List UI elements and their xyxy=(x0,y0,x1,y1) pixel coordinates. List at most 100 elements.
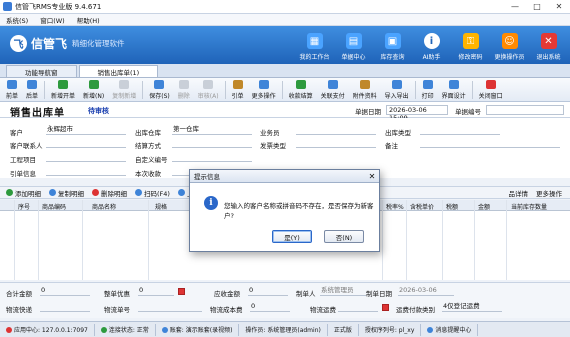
receivable-field[interactable]: 0 xyxy=(248,286,288,296)
toolbar-button-17[interactable]: 导入导出 xyxy=(381,79,413,101)
dialog-close-button[interactable]: ✕ xyxy=(365,171,379,182)
toolbar-label: 前单 xyxy=(6,92,19,100)
toolbar-button-7[interactable]: 保存(S) xyxy=(145,79,174,101)
dialog-title: 提示信息 xyxy=(194,173,220,181)
toolbar-button-11[interactable]: 引单 xyxy=(228,79,248,101)
number-field[interactable] xyxy=(486,105,564,115)
toolbar-button-0[interactable]: 前单 xyxy=(2,79,22,101)
header-tool-2[interactable]: ▣ 库存查询 xyxy=(373,28,412,62)
settle-field[interactable] xyxy=(172,138,252,148)
grid-action-3[interactable]: 扫码(F4) xyxy=(135,188,170,198)
col-spec[interactable]: 规格 xyxy=(155,202,167,211)
toolbar-button-22[interactable]: 关闭窗口 xyxy=(475,79,507,101)
toolbar-button-15[interactable]: 关联支付 xyxy=(317,79,349,101)
inventory-icon: ▣ xyxy=(384,33,401,49)
col-stock[interactable]: 当前库存数量 xyxy=(511,202,547,211)
toolbar-button-20[interactable]: 界面设计 xyxy=(438,79,470,101)
custom-number-field[interactable] xyxy=(172,152,252,162)
col-unit-price[interactable]: 含税单价 xyxy=(410,202,434,211)
menu-system[interactable]: 系统(S) xyxy=(6,15,28,25)
freight-checkbox[interactable] xyxy=(382,304,389,311)
out-type-field[interactable] xyxy=(420,125,500,135)
header-tool-5[interactable]: ☺ 更换操作员 xyxy=(490,28,529,62)
freight-type-select[interactable]: 4仅登记运费 xyxy=(442,302,502,312)
tab-sales-outbound[interactable]: 销售出库单(1) xyxy=(78,65,159,77)
menu-help[interactable]: 帮助(H) xyxy=(77,15,100,25)
grid-action-1[interactable]: 复制明细 xyxy=(49,188,84,198)
discount-checkbox[interactable] xyxy=(178,288,185,295)
tab-navigation[interactable]: 功能导航窗 xyxy=(6,65,77,77)
status-icon xyxy=(6,326,12,333)
invoice-field[interactable] xyxy=(296,138,376,148)
grid-action-icon xyxy=(6,189,13,196)
express-label: 物流快递 xyxy=(6,306,32,314)
express-field[interactable] xyxy=(40,302,90,312)
logo-mark: 飞 xyxy=(10,35,27,52)
col-code[interactable]: 商品编码 xyxy=(42,202,66,211)
dialog-titlebar: 提示信息 ✕ xyxy=(190,170,379,183)
toolbar-button-14[interactable]: 收款结算 xyxy=(285,79,317,101)
col-index[interactable]: 序号 xyxy=(18,202,30,211)
menu-window[interactable]: 窗口(W) xyxy=(40,15,65,25)
yes-button[interactable]: 是(Y) xyxy=(272,230,312,243)
toolbar-button-1[interactable]: 后单 xyxy=(22,79,42,101)
maximize-button[interactable]: □ xyxy=(526,0,548,14)
col-amount[interactable]: 金额 xyxy=(478,202,490,211)
brand-logo: 飞 信管飞 精细化管理软件 xyxy=(10,35,125,52)
grid-action-right-1[interactable]: 更多操作 xyxy=(536,188,562,198)
remark-field[interactable] xyxy=(420,138,560,148)
invoice-label: 发票类型 xyxy=(260,142,286,150)
cost-field[interactable]: 0 xyxy=(250,302,290,312)
toolbar-button-3[interactable]: 新增开单 xyxy=(47,79,79,101)
col-name[interactable]: 商品名称 xyxy=(92,202,116,211)
toolbar-button-16[interactable]: 附件资料 xyxy=(349,79,381,101)
status-bar: 应用中心: 127.0.0.1:7097 连接状态: 正常 账套: 演示账套(录视频… xyxy=(0,321,570,337)
freight-field[interactable] xyxy=(338,302,378,312)
tracking-field[interactable] xyxy=(138,302,202,312)
grid-action-label: 更多操作 xyxy=(536,189,562,198)
header-tool-label: 库存查询 xyxy=(380,54,405,61)
toolbar-button-19[interactable]: 打印 xyxy=(418,79,438,101)
toolbar-icon xyxy=(448,79,459,89)
header-tool-6[interactable]: ✕ 退出系统 xyxy=(529,28,568,62)
grid-action-right-0[interactable]: 品详情 xyxy=(509,188,529,198)
ref-field[interactable] xyxy=(46,166,126,176)
header-tool-1[interactable]: ▤ 单据中心 xyxy=(334,28,373,62)
close-window-button[interactable]: ✕ xyxy=(548,0,570,14)
toolbar-label: 更多操作 xyxy=(251,92,276,100)
toolbar-button-4[interactable]: 新增(N) xyxy=(79,79,108,101)
number-label: 单据编号 xyxy=(455,108,481,116)
project-field[interactable] xyxy=(46,152,126,162)
cost-label: 物流成本费 xyxy=(210,306,243,314)
status-item-2: 账套: 演示账套(录视频) xyxy=(156,323,240,336)
no-button[interactable]: 否(N) xyxy=(324,230,364,243)
toolbar-icon xyxy=(88,79,99,89)
col-tax-rate[interactable]: 税率% xyxy=(386,202,404,211)
toolbar-button-8: 删除 xyxy=(174,79,194,101)
lock-icon: ⚿ xyxy=(462,33,479,49)
grid-action-2[interactable]: 删除明细 xyxy=(92,188,127,198)
date-label: 单据日期 xyxy=(355,108,381,116)
out-type-label: 出库类型 xyxy=(385,129,411,137)
header-tool-3[interactable]: i AI助手 xyxy=(412,28,451,62)
document-title: 销售出库单 xyxy=(10,108,65,119)
grid-divider xyxy=(406,200,407,280)
grid-action-0[interactable]: 添加明细 xyxy=(6,188,41,198)
grid-action-icon xyxy=(177,189,185,196)
header-tool-4[interactable]: ⚿ 修改密码 xyxy=(451,28,490,62)
minimize-button[interactable]: — xyxy=(504,0,526,14)
settle-label: 结算方式 xyxy=(135,142,161,150)
workbench-icon: ▦ xyxy=(306,33,323,49)
header-tool-0[interactable]: ▦ 我的工作台 xyxy=(295,28,334,62)
total-field[interactable]: 0 xyxy=(40,286,90,296)
col-tax[interactable]: 税额 xyxy=(446,202,458,211)
salesman-field[interactable] xyxy=(296,125,376,135)
customer-field[interactable]: 永辉超市 xyxy=(46,125,126,135)
contact-field[interactable] xyxy=(46,138,126,148)
warehouse-field[interactable]: 第一仓库 xyxy=(172,125,252,135)
discount-field[interactable]: 0 xyxy=(138,286,174,296)
grid-action-label: 复制明细 xyxy=(58,189,84,198)
tab-strip: 功能导航窗 销售出库单(1) xyxy=(0,64,570,78)
toolbar-button-12[interactable]: 更多操作 xyxy=(248,79,280,101)
date-field[interactable]: 2026-03-06 15:09 xyxy=(386,105,448,122)
